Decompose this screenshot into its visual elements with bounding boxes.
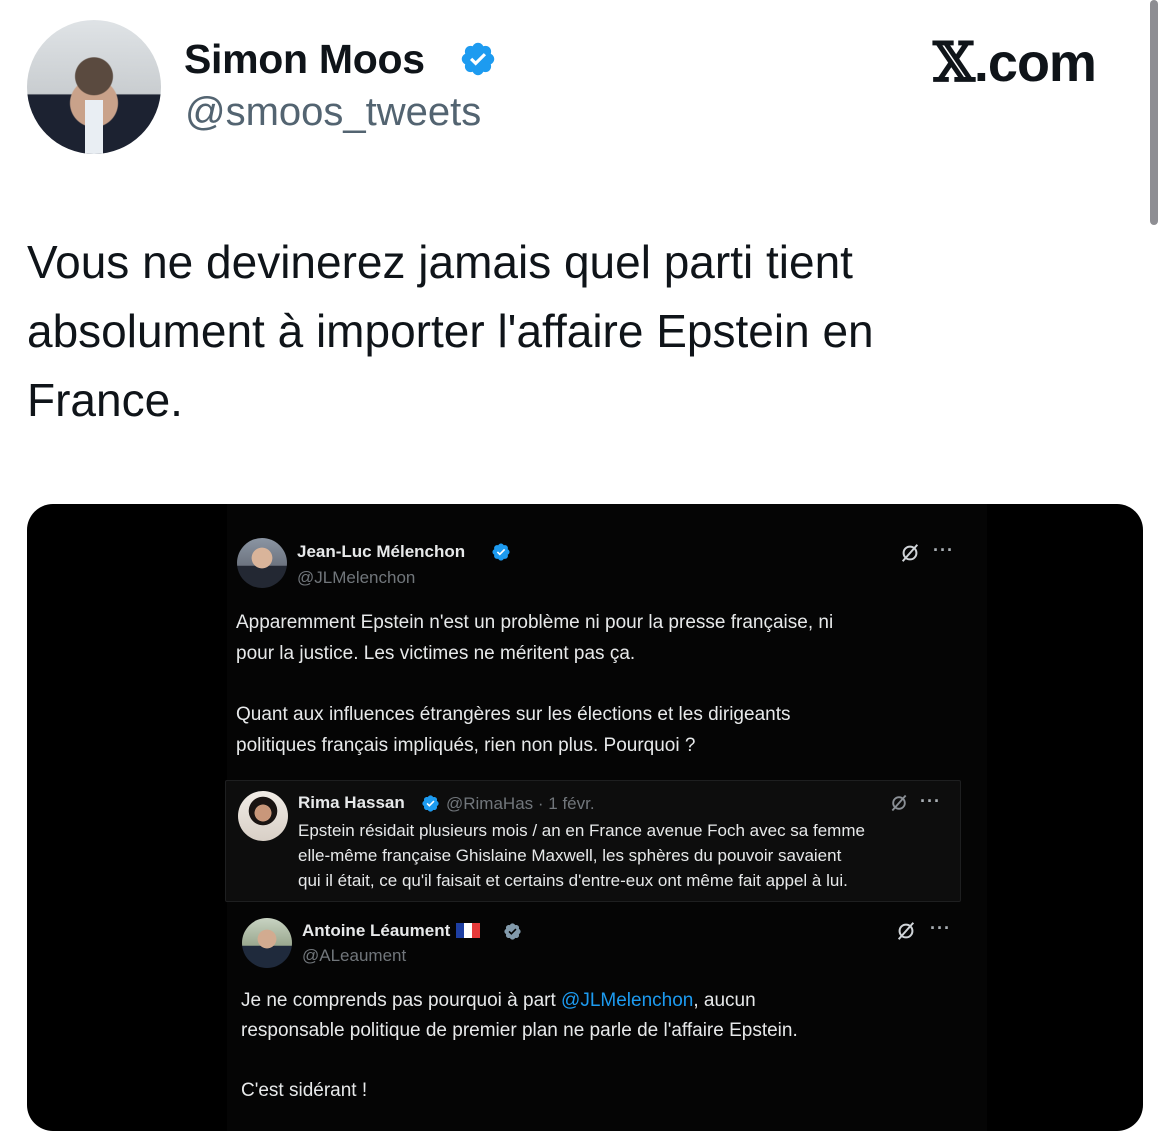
melenchon-name: Jean-Luc Mélenchon — [297, 542, 466, 561]
scrollbar[interactable] — [1150, 0, 1158, 225]
grok-icon — [897, 922, 915, 940]
france-flag-icon — [456, 923, 481, 938]
leaument-name: Antoine Léaument — [302, 921, 481, 941]
leaument-avatar — [242, 918, 292, 968]
author-handle[interactable]: @smoos_tweets — [185, 90, 481, 135]
reply-line: Je ne comprends pas pourquoi à part @JLM… — [241, 986, 756, 1017]
grok-icon — [891, 794, 907, 812]
melenchon-avatar — [237, 538, 287, 588]
hassan-name: Rima Hassan — [298, 793, 405, 812]
post-line: politiques français impliqués, rien non … — [236, 735, 696, 756]
tweet-line: France. — [27, 374, 183, 426]
verified-badge-icon — [461, 42, 495, 76]
grok-icon — [901, 544, 919, 562]
post-line: pour la justice. Les victimes ne mériten… — [236, 643, 636, 664]
verified-badge-icon — [492, 543, 510, 561]
post-line: Apparemment Epstein n'est un problème ni… — [236, 612, 834, 633]
leaument-name-text: Antoine Léaument — [302, 921, 451, 940]
hassan-avatar — [238, 791, 288, 841]
tweet-line: absolument à importer l'affaire Epstein … — [27, 305, 874, 357]
tweet-media-image[interactable]: Jean-Luc Mélenchon @JLMelenchon ··· Appa… — [27, 504, 1143, 1131]
gray-verified-badge-icon — [504, 923, 521, 940]
quoted-line: Epstein résidait plusieurs mois / an en … — [298, 821, 865, 840]
author-avatar[interactable] — [27, 20, 161, 154]
quoted-line: qui il était, ce qu'il faisait et certai… — [298, 871, 848, 890]
quoted-line: elle-même française Ghislaine Maxwell, l… — [298, 846, 842, 865]
more-options-icon: ··· — [930, 918, 951, 938]
mention-link: @JLMelenchon — [561, 990, 694, 1011]
x-logo: 𝕏.com — [933, 30, 1097, 94]
reply-text: , aucun — [693, 990, 756, 1011]
leaument-handle: @ALeaument — [302, 946, 407, 965]
hassan-handle-date: @RimaHas · 1 févr. — [446, 794, 595, 813]
more-options-icon: ··· — [933, 540, 954, 560]
x-suffix: .com — [973, 33, 1097, 93]
melenchon-handle: @JLMelenchon — [297, 568, 416, 587]
post-line: Quant aux influences étrangères sur les … — [236, 704, 791, 725]
verified-badge-icon — [422, 795, 439, 812]
reply-text: Je ne comprends pas pourquoi à part — [241, 990, 562, 1011]
author-display-name[interactable]: Simon Moos — [184, 36, 425, 83]
reply-line: C'est sidérant ! — [241, 1080, 368, 1101]
x-letter: 𝕏 — [933, 30, 975, 94]
tweet-text: Vous ne devinerez jamais quel parti tien… — [27, 228, 1127, 435]
more-options-icon: ··· — [920, 791, 941, 811]
tweet-line: Vous ne devinerez jamais quel parti tien… — [27, 236, 853, 288]
reply-line: responsable politique de premier plan ne… — [241, 1020, 798, 1041]
